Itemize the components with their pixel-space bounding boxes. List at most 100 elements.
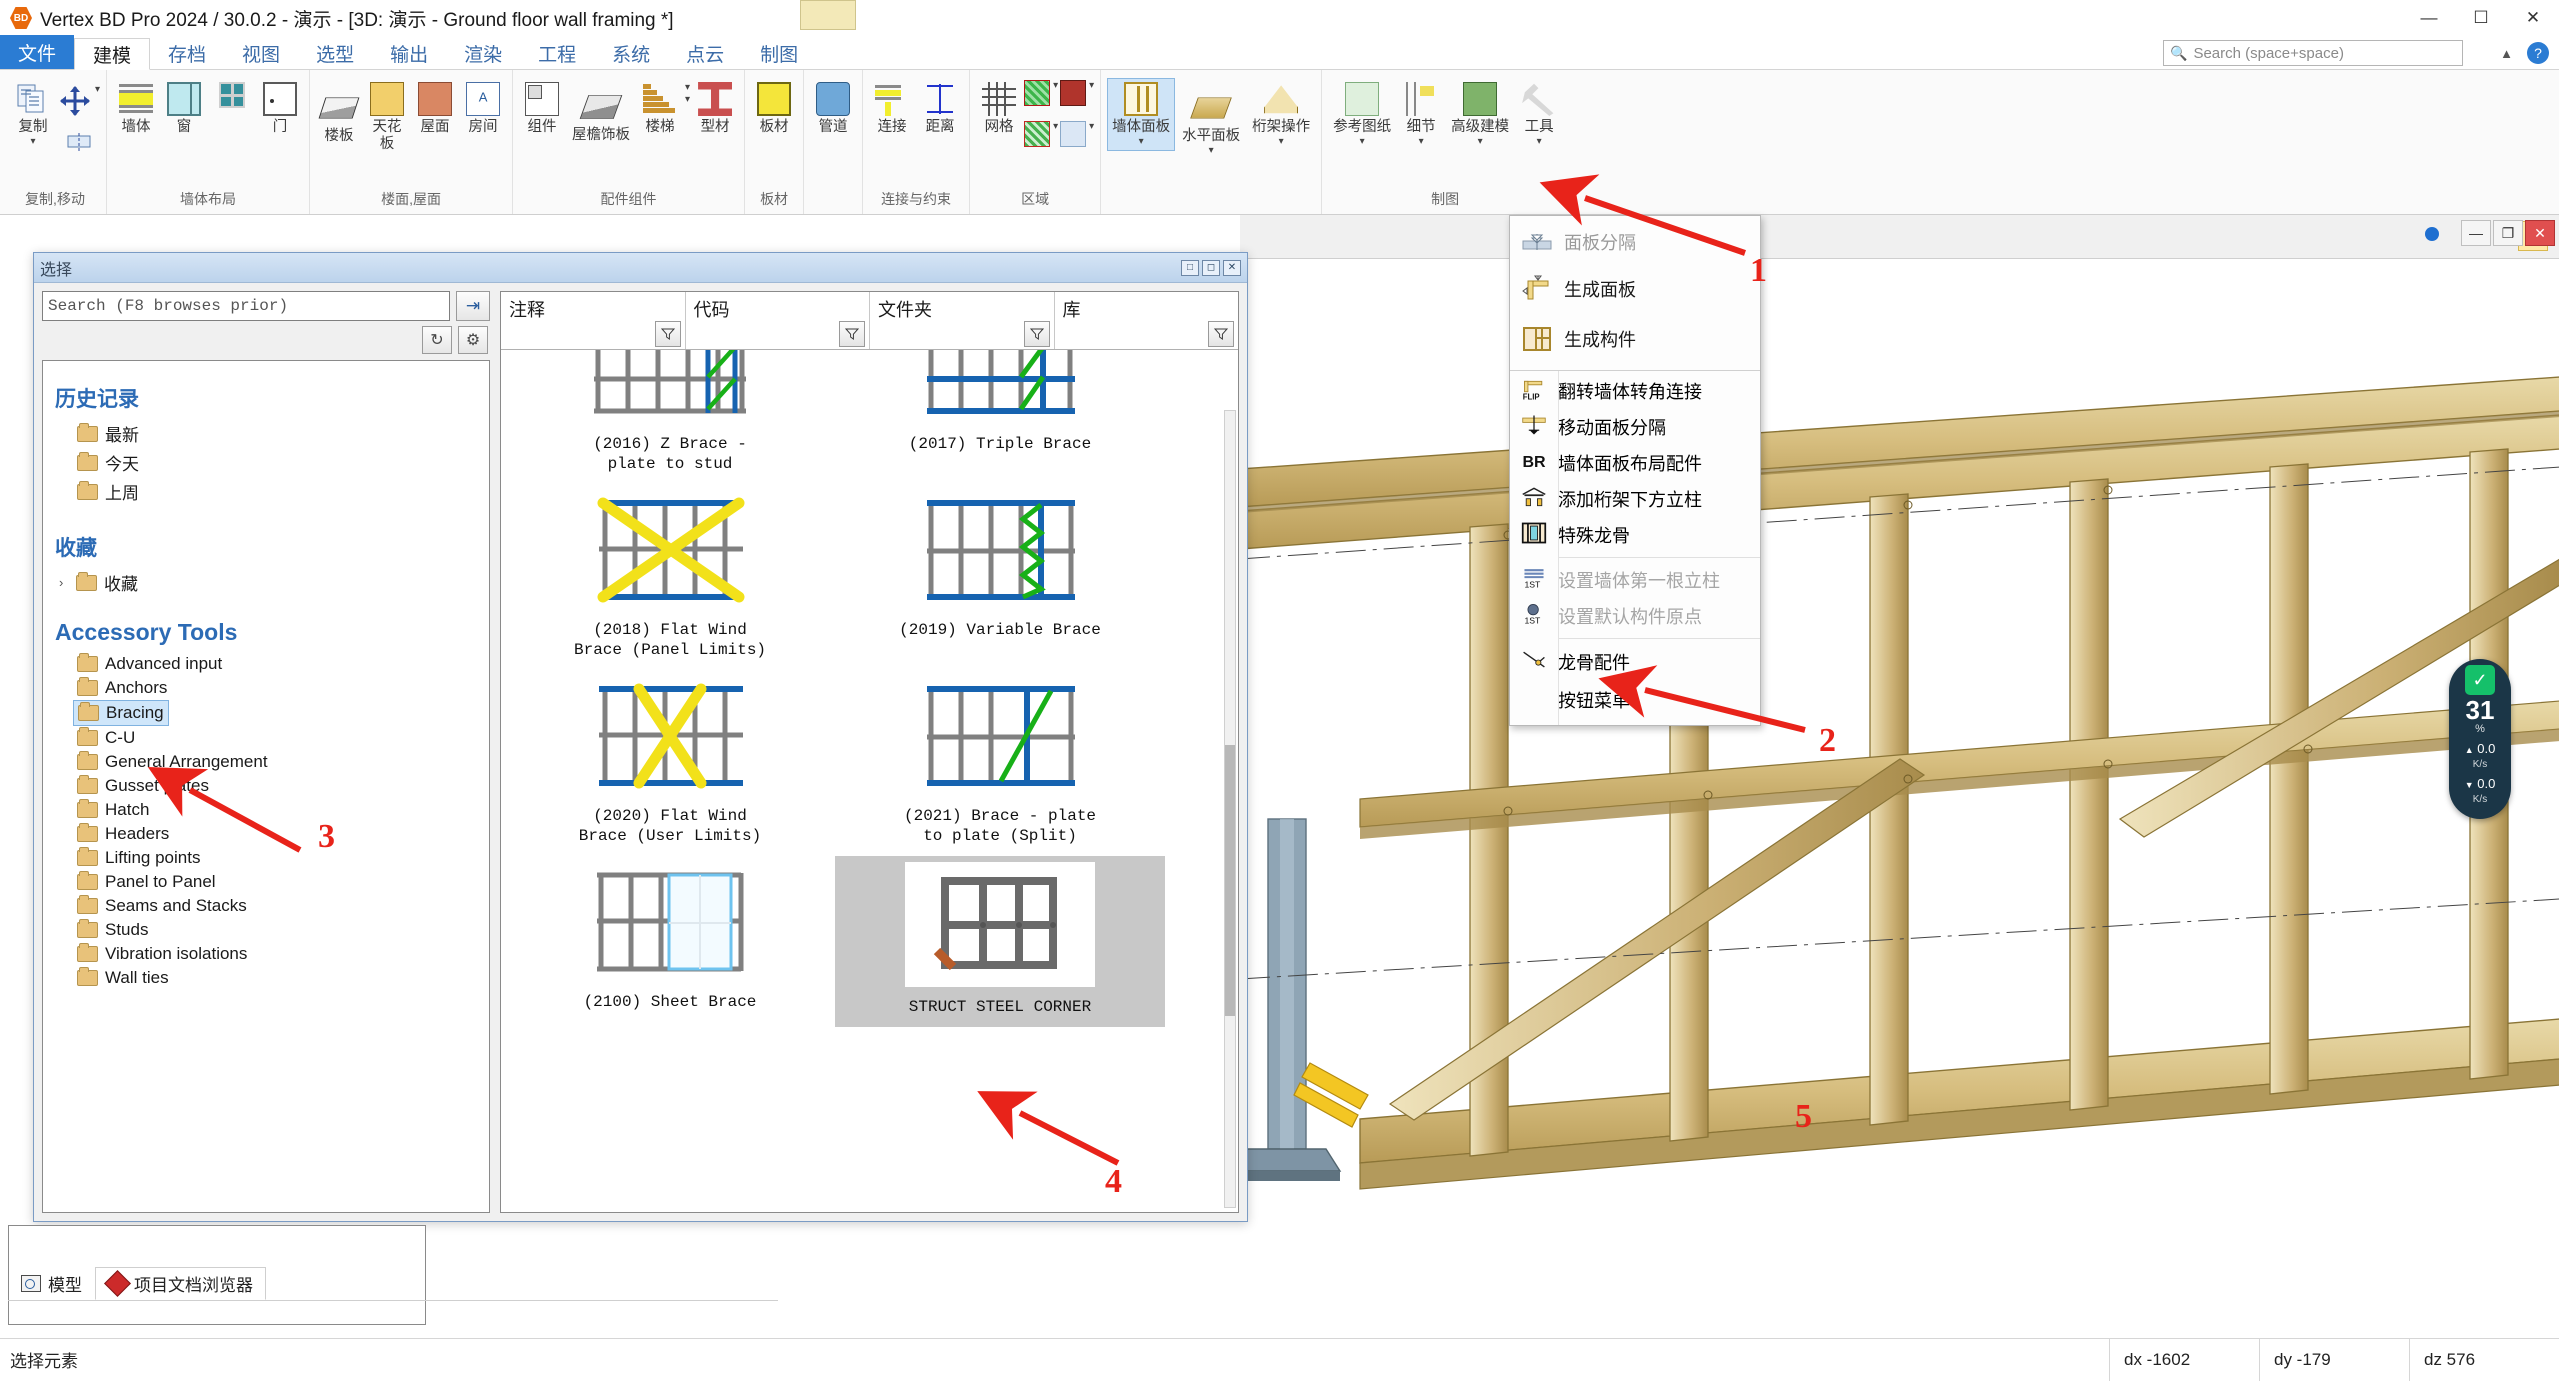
help-icon[interactable]: ? [2527, 42, 2549, 64]
tree-item-advanced-input[interactable]: Advanced input [73, 652, 226, 676]
refresh-icon[interactable]: ↻ [422, 326, 452, 354]
chevron-down-icon[interactable]: ▾ [1139, 136, 1144, 147]
tree-item-seams-and-stacks[interactable]: Seams and Stacks [73, 894, 251, 918]
chevron-up-icon[interactable]: ▲ [2500, 46, 2513, 61]
results-grid-scrollbar[interactable] [1224, 410, 1236, 1208]
chevron-down-icon[interactable]: ▾ [1053, 121, 1058, 132]
menu-item-flip-wall-corner[interactable]: FLIP 翻转墙体转角连接 [1510, 373, 1760, 409]
menu-item-special-stud[interactable]: 特殊龙骨 [1510, 517, 1760, 553]
grid-item[interactable]: (2021) Brace - plate to plate (Split) [835, 670, 1165, 856]
grid-item[interactable]: (2100) Sheet Brace [505, 856, 835, 1027]
tree-item-c-u[interactable]: C-U [73, 726, 139, 750]
ribbon-button-wall-panel[interactable]: 墙体面板 ▾ [1107, 78, 1176, 151]
network-speed-widget[interactable]: ✓ 31 % ▲ 0.0 K/s ▼ 0.0 K/s [2449, 659, 2511, 819]
category-tree[interactable]: 历史记录 最新 今天 上周 收藏 › 收藏 Accessory Tools Ad… [42, 360, 490, 1213]
chevron-down-icon[interactable]: ▾ [1419, 136, 1424, 147]
tree-item-headers[interactable]: Headers [73, 822, 173, 846]
grid-column-note[interactable]: 注释 [501, 292, 686, 349]
chevron-right-icon[interactable]: › [59, 575, 69, 590]
grid-item[interactable]: (2016) Z Brace - plate to stud [505, 350, 835, 484]
green-zone-icon[interactable] [1024, 80, 1051, 106]
chevron-down-icon[interactable]: ▾ [1279, 136, 1284, 147]
tree-item-studs[interactable]: Studs [73, 918, 152, 942]
ribbon-button-reference-drawing[interactable]: 参考图纸 ▾ [1328, 78, 1396, 151]
ribbon-button-component[interactable]: 组件 [519, 78, 565, 140]
gear-icon[interactable]: ⚙ [458, 326, 488, 354]
ribbon-button-pipe[interactable]: 管道 [810, 78, 856, 140]
grid-column-code[interactable]: 代码 [686, 292, 870, 349]
ribbon-button-window-grid[interactable] [209, 78, 255, 112]
panel-overlay-icon[interactable] [1060, 121, 1087, 147]
tab-存档[interactable]: 存档 [150, 37, 224, 69]
menu-item-set-first-stud[interactable]: 1ST 设置墙体第一根立柱 [1510, 562, 1760, 598]
menu-item-wall-panel-accessory[interactable]: BR 墙体面板布局配件 [1510, 445, 1760, 481]
arrow-right-icon[interactable]: ⇥ [456, 291, 490, 321]
grid-item[interactable]: (2019) Variable Brace [835, 484, 1165, 670]
dialog-maximize-button[interactable]: ◻ [1202, 259, 1220, 276]
tree-item-anchors[interactable]: Anchors [73, 676, 171, 700]
filter-icon[interactable] [654, 321, 681, 347]
menu-item-move-panel-split[interactable]: 移动面板分隔 [1510, 409, 1760, 445]
search-input[interactable]: 🔍 Search (space+space) [2163, 40, 2463, 66]
ribbon-button-truss-ops[interactable]: 桁架操作 ▾ [1247, 78, 1315, 151]
ribbon-button-grid[interactable]: 网格 [976, 78, 1022, 140]
filter-icon[interactable] [1023, 321, 1050, 347]
3d-viewport[interactable]: ✓ 31 % ▲ 0.0 K/s ▼ 0.0 K/s [1240, 259, 2559, 1312]
menu-item-create-panel[interactable]: 生成面板 [1510, 264, 1760, 314]
chevron-down-icon[interactable]: ▾ [1209, 145, 1214, 156]
chevron-down-icon[interactable]: ▾ [1089, 121, 1094, 132]
dialog-search-input[interactable]: Search (F8 browses prior) [42, 291, 450, 321]
menu-item-set-default-origin[interactable]: 1ST 设置默认构件原点 [1510, 598, 1760, 634]
building-icon[interactable] [1060, 80, 1087, 106]
chevron-down-icon[interactable]: ▾ [1537, 136, 1542, 147]
tab-视图[interactable]: 视图 [224, 37, 298, 69]
chevron-down-icon[interactable]: ▾ [1089, 80, 1094, 91]
tab-文件[interactable]: 文件 [0, 35, 75, 69]
ribbon-button-door[interactable]: 门 [257, 78, 303, 140]
tree-item-lifting-points[interactable]: Lifting points [73, 846, 204, 870]
wall-panel-dropdown-menu[interactable]: 面板分隔 生成面板 生成构件 FLIP 翻转墙体转角连接 移动面板分隔 BR 墙… [1509, 215, 1761, 726]
scrollbar-thumb[interactable] [1225, 745, 1235, 1016]
maximize-button[interactable]: ☐ [2455, 0, 2507, 36]
filter-icon[interactable] [839, 321, 865, 347]
chevron-down-icon[interactable]: ▾ [1360, 136, 1365, 147]
grid-column-library[interactable]: 库 [1055, 292, 1239, 349]
ribbon-button-detail[interactable]: 细节 ▾ [1398, 78, 1444, 151]
vp-close-button[interactable]: ✕ [2525, 220, 2555, 246]
ribbon-button-floor-slab[interactable]: 楼板 [316, 78, 362, 149]
tree-item-hatch[interactable]: Hatch [73, 798, 153, 822]
tree-item-general-arrangement[interactable]: General Arrangement [73, 750, 272, 774]
tab-点云[interactable]: 点云 [668, 37, 742, 69]
dialog-restore-button[interactable]: □ [1181, 259, 1199, 276]
grid-column-folder[interactable]: 文件夹 [870, 292, 1055, 349]
ribbon-button-profile[interactable]: 型材 [692, 78, 738, 140]
tab-工程[interactable]: 工程 [520, 37, 594, 69]
document-tab-thumbnail[interactable] [800, 0, 856, 30]
ribbon-button-board[interactable]: 板材 [751, 78, 797, 140]
tab-系统[interactable]: 系统 [594, 37, 668, 69]
select-dialog[interactable]: 选择 □ ◻ ✕ Search (F8 browses prior) ⇥ ↻ ⚙ [33, 252, 1248, 1222]
filter-icon[interactable] [1208, 321, 1234, 347]
chevron-down-icon[interactable]: ▾ [1478, 136, 1483, 147]
results-grid-scroll[interactable]: (2016) Z Brace - plate to stud (2017) Tr… [501, 350, 1238, 1212]
menu-item-stud-accessory[interactable]: 龙骨配件 [1510, 643, 1760, 681]
ribbon-button-copy[interactable]: 复制 ▾ [10, 78, 56, 151]
hatched-zone-icon[interactable] [1024, 121, 1051, 147]
ribbon-button-stair[interactable]: 楼梯 [637, 78, 683, 140]
tree-item-favorites[interactable]: › 收藏 [55, 568, 142, 597]
grid-item[interactable]: (2020) Flat Wind Brace (User Limits) [505, 670, 835, 856]
tree-item-vibration-isolations[interactable]: Vibration isolations [73, 942, 251, 966]
tab-建模[interactable]: 建模 [74, 38, 151, 70]
minimize-button[interactable]: — [2403, 0, 2455, 36]
menu-item-add-truss-post[interactable]: 添加桁架下方立柱 [1510, 481, 1760, 517]
ribbon-button-room[interactable]: 房间 [460, 78, 506, 140]
tree-item-wall-ties[interactable]: Wall ties [73, 966, 173, 990]
grid-item[interactable]: (2017) Triple Brace [835, 350, 1165, 484]
ribbon-button-wall[interactable]: 墙体 [113, 78, 159, 140]
mirror-icon[interactable] [66, 129, 92, 155]
close-button[interactable]: ✕ [2507, 0, 2559, 36]
ribbon-button-roof[interactable]: 屋面 [412, 78, 458, 140]
tree-item-gusset-plates[interactable]: Gusset plates [73, 774, 213, 798]
tree-item-panel-to-panel[interactable]: Panel to Panel [73, 870, 220, 894]
vp-minimize-button[interactable]: — [2461, 220, 2491, 246]
